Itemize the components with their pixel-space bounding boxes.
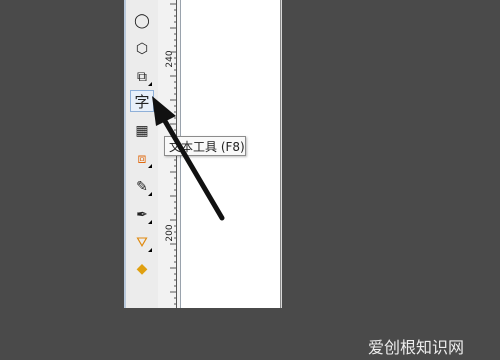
annotation-arrow <box>152 96 225 221</box>
watermark: 爱创根知识网 <box>368 338 465 357</box>
